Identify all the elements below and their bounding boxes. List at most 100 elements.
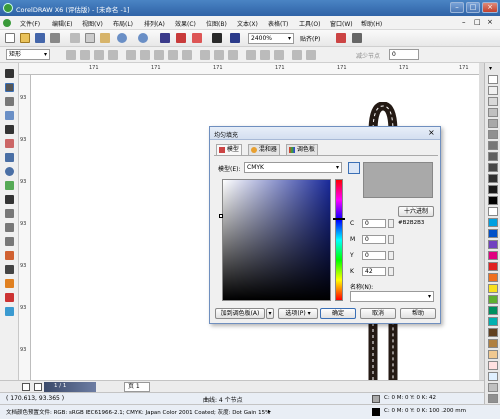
close-button[interactable]: × bbox=[482, 2, 498, 13]
page-nav-icon[interactable] bbox=[34, 383, 42, 391]
arrow-right-icon[interactable]: ▸ bbox=[268, 408, 271, 415]
hex-toggle-button[interactable]: 十六进制 bbox=[398, 206, 434, 217]
extract-subpath-icon[interactable] bbox=[228, 50, 238, 60]
menu-layout[interactable]: 布局(L) bbox=[113, 19, 133, 28]
rotate-node-icon[interactable] bbox=[260, 50, 270, 60]
palette-swatch[interactable] bbox=[488, 108, 498, 117]
yellow-input[interactable]: 0 bbox=[362, 251, 386, 260]
menu-effects[interactable]: 效果(C) bbox=[175, 19, 196, 28]
color-field[interactable] bbox=[222, 179, 331, 301]
palette-swatch[interactable] bbox=[488, 196, 498, 205]
yellow-spinner[interactable] bbox=[388, 251, 394, 260]
cusp-node-icon[interactable] bbox=[154, 50, 164, 60]
menu-view[interactable]: 视图(V) bbox=[82, 19, 103, 28]
zoom-tool-icon[interactable] bbox=[5, 111, 14, 120]
smart-fill-tool-icon[interactable] bbox=[5, 139, 14, 148]
options-icon[interactable] bbox=[336, 33, 346, 43]
print-icon[interactable] bbox=[50, 33, 60, 43]
cancel-button[interactable]: 取消 bbox=[360, 308, 396, 319]
select-all-nodes-icon[interactable] bbox=[306, 50, 316, 60]
tab-palettes[interactable]: 调色板 bbox=[286, 144, 318, 155]
smooth-node-icon[interactable] bbox=[168, 50, 178, 60]
interactive-fill-tool-icon[interactable] bbox=[5, 307, 14, 316]
palette-swatch[interactable] bbox=[488, 97, 498, 106]
cut-icon[interactable] bbox=[70, 33, 80, 43]
text-tool-icon[interactable] bbox=[5, 195, 14, 204]
palette-swatch[interactable] bbox=[488, 306, 498, 315]
publish-pdf-icon[interactable] bbox=[192, 33, 202, 43]
pick-tool-icon[interactable] bbox=[5, 69, 14, 78]
menu-window[interactable]: 窗口(W) bbox=[330, 19, 353, 28]
palette-swatch[interactable] bbox=[488, 372, 498, 381]
palette-swatch[interactable] bbox=[488, 317, 498, 326]
palette-swatch[interactable] bbox=[488, 394, 498, 403]
align-nodes-icon[interactable] bbox=[274, 50, 284, 60]
hue-slider-handle[interactable] bbox=[333, 218, 345, 220]
ok-button[interactable]: 确定 bbox=[320, 308, 356, 319]
palette-swatch[interactable] bbox=[488, 350, 498, 359]
magenta-spinner[interactable] bbox=[388, 235, 394, 244]
color-field-marker[interactable] bbox=[219, 214, 223, 218]
palette-swatch[interactable] bbox=[488, 328, 498, 337]
palette-swatch[interactable] bbox=[488, 262, 498, 271]
hue-slider[interactable] bbox=[335, 179, 343, 301]
palette-swatch[interactable] bbox=[488, 383, 498, 392]
add-to-palette-arrow[interactable]: ▾ bbox=[266, 308, 274, 319]
copy-icon[interactable] bbox=[85, 33, 95, 43]
dimension-tool-icon[interactable] bbox=[5, 223, 14, 232]
horizontal-ruler[interactable]: 171 171 171 171 171 171 171 bbox=[19, 63, 479, 75]
vertical-ruler[interactable]: 93 93 93 93 93 93 93 bbox=[19, 75, 31, 380]
palette-scroll-up-icon[interactable]: ▾ bbox=[489, 65, 492, 72]
app-launcher-icon[interactable] bbox=[212, 33, 222, 43]
delete-node-icon[interactable] bbox=[80, 50, 90, 60]
menu-arrange[interactable]: 排列(A) bbox=[144, 19, 165, 28]
color-profile-info[interactable]: 文档颜色预置文件: RGB: sRGB IEC61966-2.1; CMYK: … bbox=[6, 408, 270, 416]
redo-icon[interactable] bbox=[138, 33, 148, 43]
menu-bitmaps[interactable]: 位图(B) bbox=[206, 19, 227, 28]
palette-swatch[interactable] bbox=[488, 240, 498, 249]
hex-value[interactable]: #B2B2B3 bbox=[398, 220, 424, 226]
page-tab[interactable]: 页 1 bbox=[124, 382, 150, 392]
shape-tool-icon[interactable] bbox=[5, 83, 14, 92]
palette-swatch[interactable] bbox=[488, 75, 498, 84]
cyan-spinner[interactable] bbox=[388, 219, 394, 228]
magenta-input[interactable]: 0 bbox=[362, 235, 386, 244]
palette-swatch[interactable] bbox=[488, 141, 498, 150]
menu-file[interactable]: 文件(F) bbox=[20, 19, 40, 28]
palette-swatch[interactable] bbox=[488, 86, 498, 95]
snap-to-dropdown[interactable]: 贴齐(P) bbox=[300, 34, 320, 43]
dialog-close-button[interactable]: × bbox=[428, 128, 435, 137]
help-button[interactable]: 帮助 bbox=[400, 308, 436, 319]
to-curve-icon[interactable] bbox=[140, 50, 150, 60]
welcome-icon[interactable] bbox=[230, 33, 240, 43]
palette-swatch[interactable] bbox=[488, 295, 498, 304]
blend-tool-icon[interactable] bbox=[5, 251, 14, 260]
add-to-palette-button[interactable]: 加到调色板(A) bbox=[215, 308, 265, 319]
black-input[interactable]: 42 bbox=[362, 267, 386, 276]
polygon-tool-icon[interactable] bbox=[5, 181, 14, 190]
new-icon[interactable] bbox=[5, 33, 15, 43]
menu-edit[interactable]: 编辑(E) bbox=[52, 19, 72, 28]
eyedropper-icon[interactable] bbox=[348, 162, 360, 174]
minimize-button[interactable]: – bbox=[450, 2, 464, 13]
open-icon[interactable] bbox=[20, 33, 30, 43]
freehand-tool-icon[interactable] bbox=[5, 125, 14, 134]
curve-smoothness-field[interactable]: 0 bbox=[389, 49, 419, 60]
launcher-icon[interactable] bbox=[352, 33, 362, 43]
add-node-icon[interactable] bbox=[66, 50, 76, 60]
save-icon[interactable] bbox=[35, 33, 45, 43]
page-nav-icon[interactable] bbox=[22, 383, 30, 391]
reduce-nodes-button[interactable]: 减少节点 bbox=[356, 51, 380, 60]
dialog-title-bar[interactable]: 均匀填充 × bbox=[210, 127, 440, 140]
zoom-level-field[interactable]: 2400% ▾ bbox=[248, 33, 294, 44]
import-icon[interactable] bbox=[160, 33, 170, 43]
elastic-mode-icon[interactable] bbox=[292, 50, 302, 60]
connector-tool-icon[interactable] bbox=[5, 237, 14, 246]
cyan-input[interactable]: 0 bbox=[362, 219, 386, 228]
crop-tool-icon[interactable] bbox=[5, 97, 14, 106]
palette-swatch[interactable] bbox=[488, 130, 498, 139]
palette-swatch[interactable] bbox=[488, 339, 498, 348]
reverse-direction-icon[interactable] bbox=[200, 50, 210, 60]
table-tool-icon[interactable] bbox=[5, 209, 14, 218]
break-curve-icon[interactable] bbox=[108, 50, 118, 60]
